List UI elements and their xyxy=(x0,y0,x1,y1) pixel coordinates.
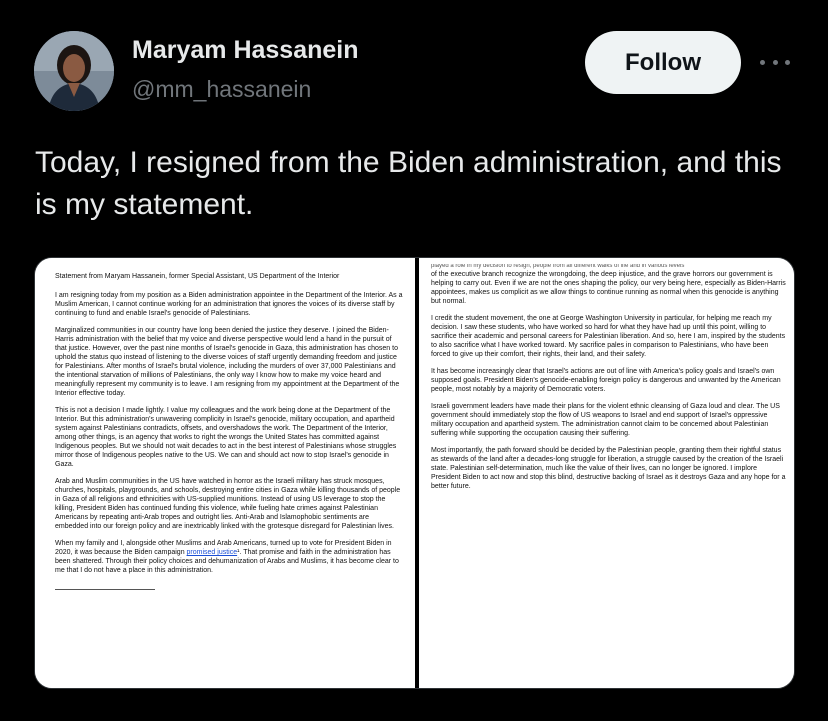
statement-paragraph: Arab and Muslim communities in the US ha… xyxy=(55,478,401,530)
statement-paragraph: When my family and I, alongside other Mu… xyxy=(55,539,403,575)
footnote-divider xyxy=(55,589,155,590)
statement-paragraph: Most importantly, the path forward shoul… xyxy=(431,447,786,490)
tweet-media[interactable]: Statement from Maryam Hassanein, former … xyxy=(34,257,795,689)
profile-photo xyxy=(34,31,114,111)
display-name[interactable]: Maryam Hassanein xyxy=(132,36,359,65)
dot xyxy=(760,59,765,65)
statement-paragraph: Marginalized communities in our country … xyxy=(55,327,400,397)
cutoff-line: played a role in my decision to resign, … xyxy=(431,264,685,269)
statement-paragraph: I credit the student movement, the one a… xyxy=(431,315,786,358)
statement-paragraph: This is not a decision I made lightly. I… xyxy=(55,407,397,468)
promised-justice-link[interactable]: promised justice xyxy=(187,549,238,556)
statement-paragraph: I am resigning today from my position as… xyxy=(55,292,403,317)
avatar[interactable] xyxy=(34,31,114,111)
follow-button[interactable]: Follow xyxy=(585,31,741,94)
statement-paragraph: of the executive branch recognize the wr… xyxy=(431,271,786,305)
more-horizontal-icon[interactable] xyxy=(760,52,790,72)
user-handle[interactable]: @mm_hassanein xyxy=(132,76,311,103)
statement-page-1: Statement from Maryam Hassanein, former … xyxy=(35,258,415,688)
statement-paragraph: It has become increasingly clear that Is… xyxy=(431,368,781,393)
statement-page-2: played a role in my decision to resign, … xyxy=(419,258,794,688)
statement-title: Statement from Maryam Hassanein, former … xyxy=(55,273,340,280)
dot xyxy=(785,59,790,65)
dot xyxy=(772,59,778,65)
statement-paragraph: Israeli government leaders have made the… xyxy=(431,403,780,437)
tweet-text: Today, I resigned from the Biden adminis… xyxy=(35,146,782,221)
